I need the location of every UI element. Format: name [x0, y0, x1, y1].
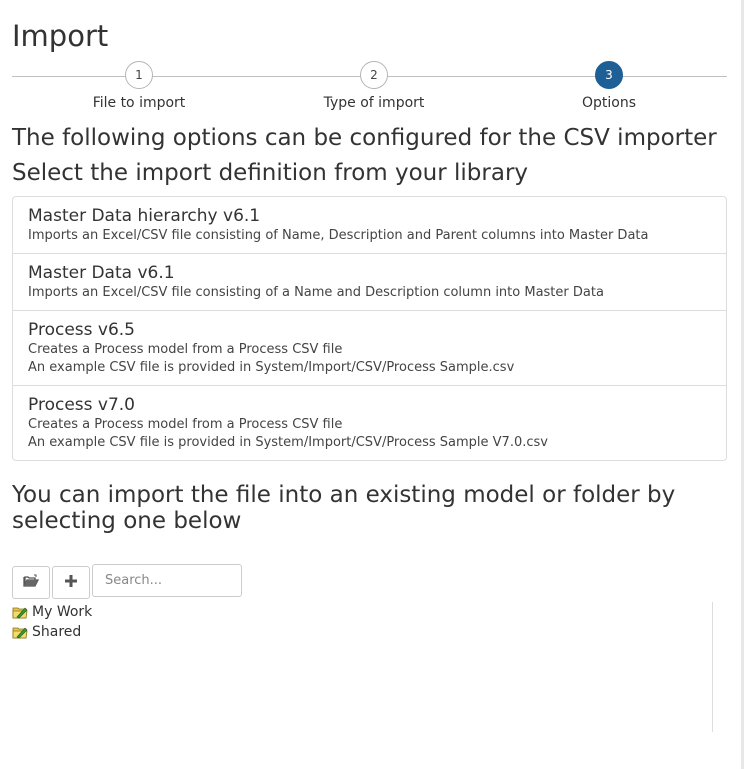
step-number: 2 [360, 61, 388, 89]
options-heading: The following options can be configured … [12, 125, 717, 151]
step-number: 1 [125, 61, 153, 89]
definition-name: Process v7.0 [28, 395, 135, 415]
folder-edit-icon [12, 625, 28, 639]
step-label: File to import [92, 95, 186, 111]
definition-name: Master Data hierarchy v6.1 [28, 206, 261, 226]
tree-node-my-work[interactable]: My Work [12, 602, 712, 622]
definition-item[interactable]: Process v6.5 Creates a Process model fro… [13, 310, 726, 385]
step-number: 3 [595, 61, 623, 89]
step-label: Type of import [323, 95, 425, 111]
add-button[interactable] [52, 566, 90, 599]
definition-item[interactable]: Master Data hierarchy v6.1 Imports an Ex… [13, 197, 726, 253]
tree-toolbar [12, 564, 727, 599]
page-title: Import [12, 19, 109, 53]
definition-description: Imports an Excel/CSV file consisting of … [28, 285, 604, 300]
open-folder-icon [23, 572, 40, 593]
library-heading: Select the import definition from your l… [12, 160, 529, 186]
step-options[interactable]: 3 Options [529, 61, 689, 111]
definition-description: Creates a Process model from a Process C… [28, 342, 343, 357]
tree-node-label: My Work [32, 604, 93, 620]
definition-description: Imports an Excel/CSV file consisting of … [28, 228, 649, 243]
model-folder-tree: My Work Shared [12, 602, 713, 732]
tree-scrollbar[interactable] [712, 602, 713, 732]
definition-item[interactable]: Master Data v6.1 Imports an Excel/CSV fi… [13, 253, 726, 310]
definition-description: An example CSV file is provided in Syste… [28, 360, 515, 375]
tree-node-label: Shared [32, 624, 82, 640]
folder-edit-icon [12, 605, 28, 619]
import-stepper: 1 File to import 2 Type of import 3 Opti… [12, 59, 727, 119]
open-folder-button[interactable] [12, 566, 50, 599]
plus-icon [64, 572, 78, 593]
target-heading: You can import the file into an existing… [12, 482, 676, 534]
definition-name: Process v6.5 [28, 320, 135, 340]
step-label: Options [581, 95, 637, 111]
definition-description: Creates a Process model from a Process C… [28, 417, 343, 432]
step-file-to-import[interactable]: 1 File to import [59, 61, 219, 111]
import-page: Import 1 File to import 2 Type of import… [0, 0, 744, 769]
search-input[interactable] [92, 564, 242, 597]
definition-item[interactable]: Process v7.0 Creates a Process model fro… [13, 385, 726, 460]
step-type-of-import[interactable]: 2 Type of import [294, 61, 454, 111]
definition-name: Master Data v6.1 [28, 263, 175, 283]
import-definition-list: Master Data hierarchy v6.1 Imports an Ex… [12, 196, 727, 461]
definition-description: An example CSV file is provided in Syste… [28, 435, 548, 450]
tree-node-shared[interactable]: Shared [12, 622, 712, 642]
